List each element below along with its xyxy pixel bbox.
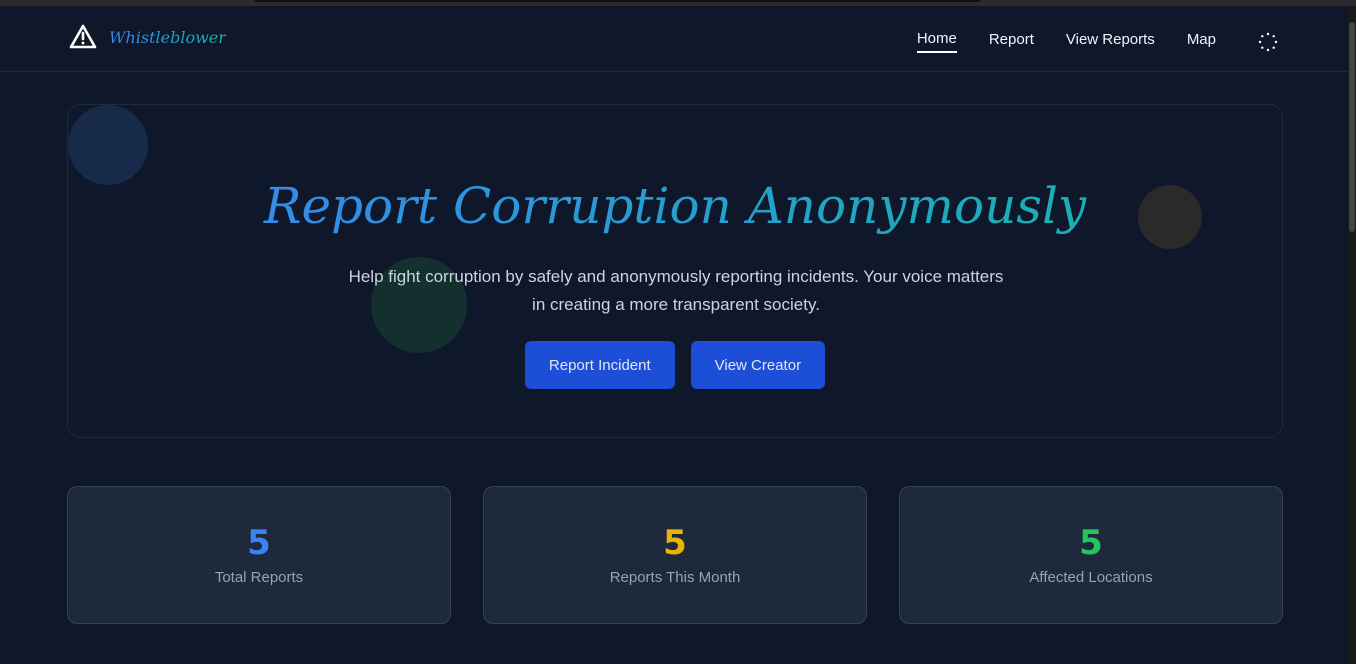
navbar: Whistleblower Home Report View Reports M…: [0, 6, 1348, 72]
view-creator-button[interactable]: View Creator: [690, 341, 826, 389]
nav-map[interactable]: Map: [1187, 31, 1216, 52]
nav-report[interactable]: Report: [989, 31, 1034, 52]
stat-value: 5: [247, 523, 271, 563]
stat-card-total-reports: 5 Total Reports: [67, 486, 451, 624]
stat-card-affected-locations: 5 Affected Locations: [899, 486, 1283, 624]
report-incident-button[interactable]: Report Incident: [524, 341, 675, 389]
hero-title: Report Corruption Anonymously: [68, 177, 1282, 235]
hero-section: Report Corruption Anonymously Help fight…: [67, 104, 1283, 438]
stat-value: 5: [1079, 523, 1103, 563]
nav-view-reports[interactable]: View Reports: [1066, 31, 1155, 52]
stat-label: Reports This Month: [609, 569, 741, 586]
stat-label: Total Reports: [214, 569, 304, 586]
decorative-circle: [68, 105, 148, 185]
brand-name: Whistleblower: [109, 27, 226, 47]
scrollbar[interactable]: [1348, 6, 1356, 664]
stat-card-reports-this-month: 5 Reports This Month: [483, 486, 867, 624]
nav-home[interactable]: Home: [916, 30, 957, 53]
stat-label: Affected Locations: [1029, 569, 1153, 586]
warning-triangle-icon: [69, 24, 97, 49]
hero-subtitle: Help fight corruption by safely and anon…: [348, 267, 1004, 314]
stat-value: 5: [663, 523, 687, 563]
theme-toggle-icon[interactable]: [1258, 32, 1278, 52]
logo[interactable]: Whistleblower: [69, 24, 226, 50]
